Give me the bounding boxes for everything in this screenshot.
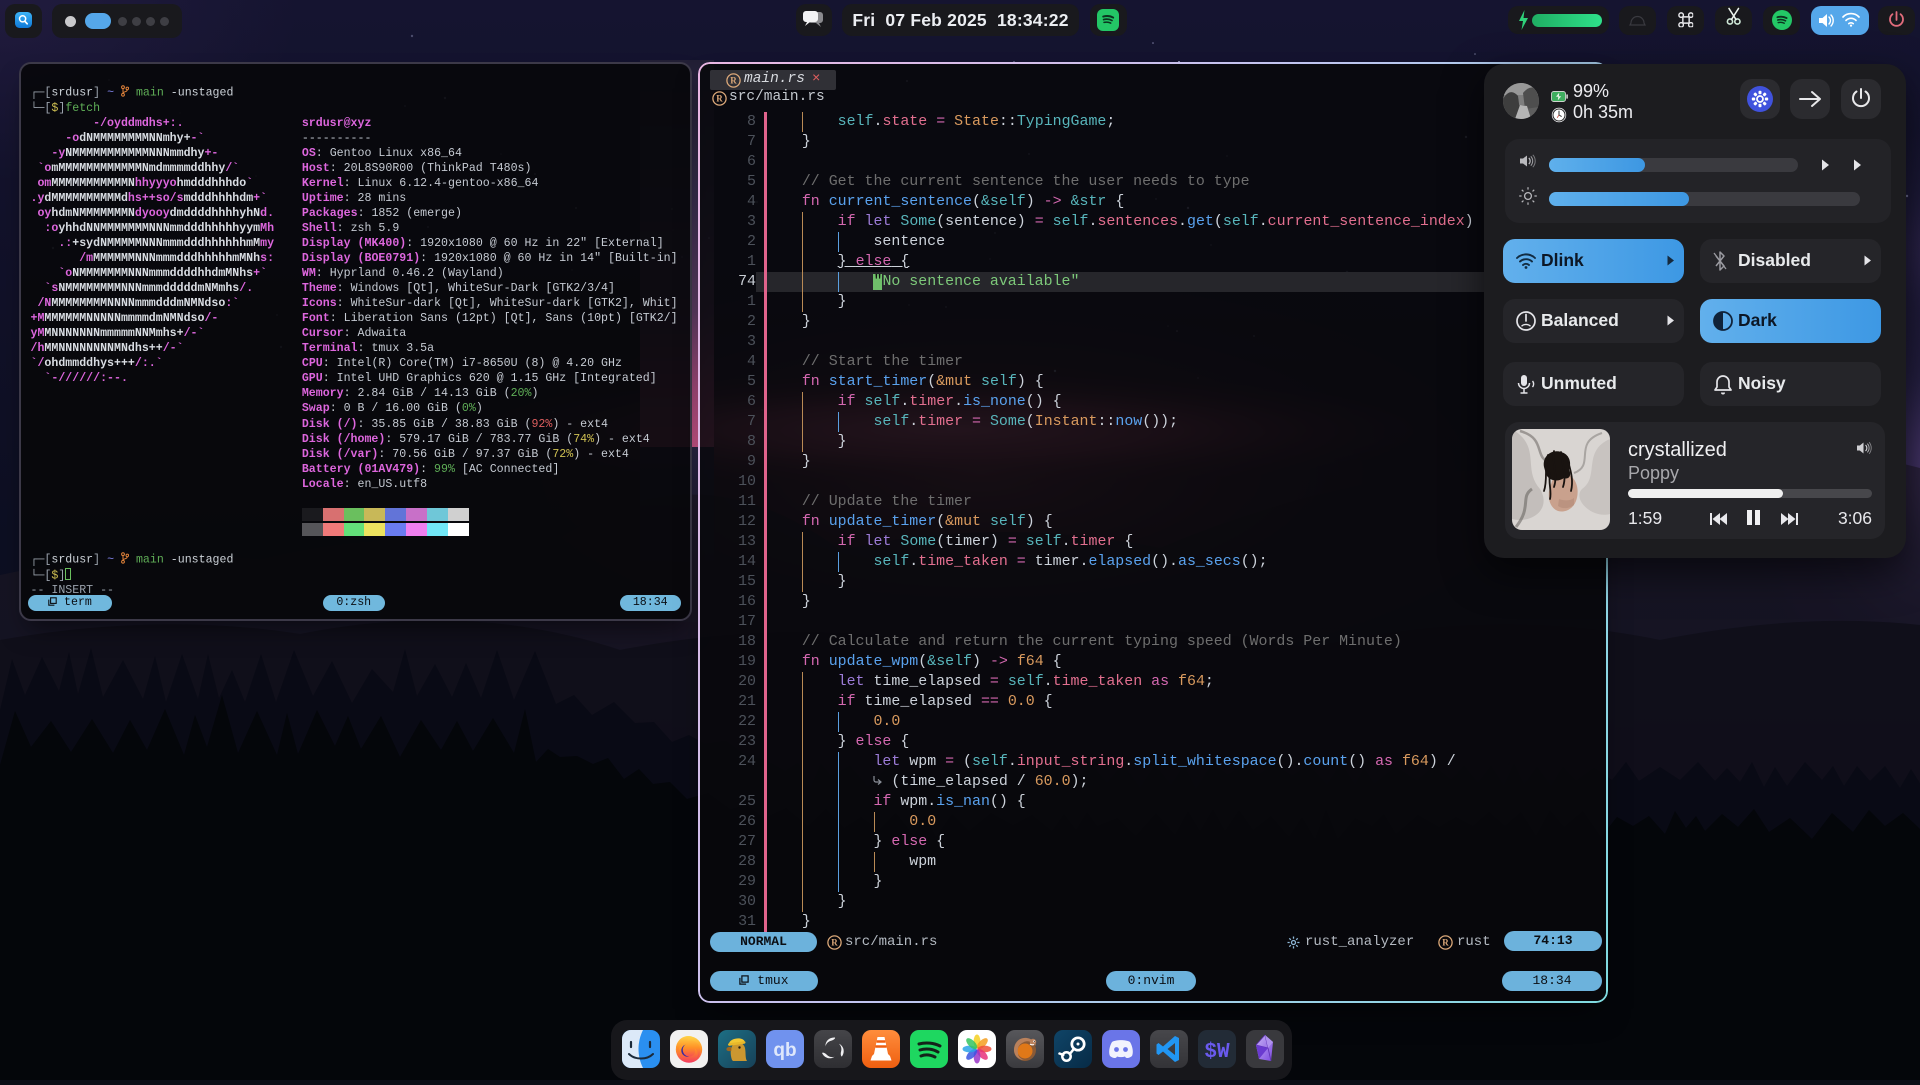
svg-text:R: R	[716, 94, 723, 104]
svg-text:$W: $W	[1204, 1041, 1230, 1064]
svg-text:R: R	[831, 937, 838, 947]
svg-text:R: R	[1442, 937, 1449, 947]
svg-text:qb: qb	[773, 1040, 796, 1061]
svg-text:R: R	[730, 75, 737, 85]
